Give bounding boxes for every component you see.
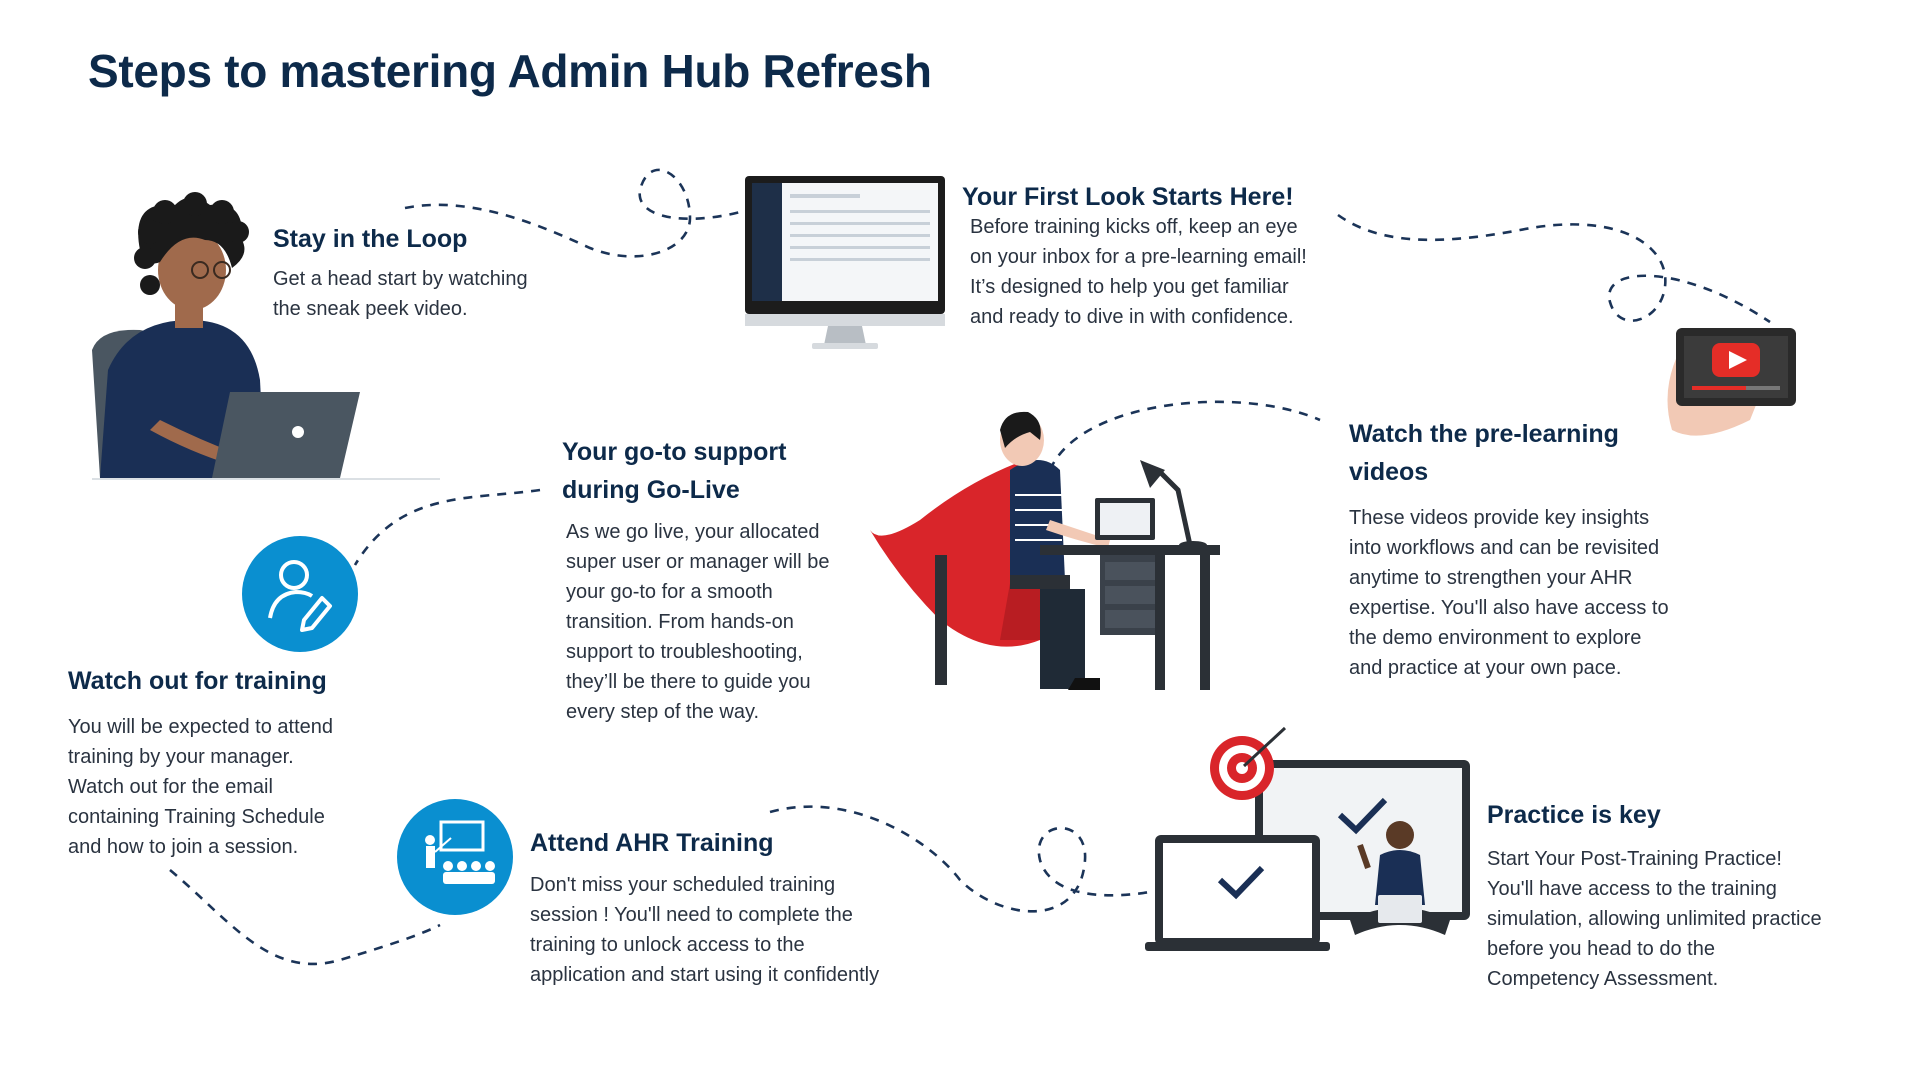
step-body-line: As we go live, your allocated (566, 521, 820, 543)
step-body-line: the demo environment to explore (1349, 627, 1642, 649)
step-body-line: and practice at your own pace. (1349, 657, 1622, 679)
step-body-line: super user or manager will be (566, 551, 830, 573)
step-body-line: Before training kicks off, keep an eye (970, 216, 1298, 238)
step-title-line: during Go-Live (562, 476, 740, 504)
step-body: Don't miss your scheduled training sessi… (530, 870, 879, 990)
step-title-line: videos (1349, 458, 1429, 486)
step-body: Before training kicks off, keep an eye o… (970, 212, 1307, 332)
step-first-look: Your First Look Starts Here! Before trai… (962, 178, 1307, 332)
step-body-line: It’s designed to help you get familiar (970, 276, 1289, 298)
step-title: Watch out for training (68, 667, 327, 695)
step-body-line: support to troubleshooting, (566, 641, 803, 663)
step-body-line: Watch out for the email (68, 776, 273, 798)
step-body-line: Competency Assessment. (1487, 968, 1719, 990)
step-title-line: Your go-to support (562, 438, 787, 466)
practice-illustration (1145, 726, 1470, 951)
step-body-line: into workflows and can be revisited (1349, 537, 1660, 559)
step-body-line: the sneak peek video. (273, 298, 468, 320)
step-attend-training: Attend AHR Training Don't miss your sche… (530, 824, 879, 990)
step-body: You will be expected to attend training … (68, 712, 333, 862)
step-stay-in-the-loop: Stay in the Loop Get a head start by wat… (273, 220, 528, 324)
step-body-line: Don't miss your scheduled training (530, 874, 836, 896)
step-body-line: simulation, allowing unlimited practice (1487, 908, 1822, 930)
step-body: Get a head start by watching the sneak p… (273, 264, 528, 324)
step-body-line: These videos provide key insights (1349, 507, 1650, 529)
step-body-line: every step of the way. (566, 701, 760, 723)
step-body-line: before you head to do the (1487, 938, 1715, 960)
presentation-icon (397, 799, 513, 915)
step-body-line: Get a head start by watching (273, 268, 528, 290)
step-watch-out-training: Watch out for training You will be expec… (68, 662, 333, 862)
step-body-line: and ready to dive in with confidence. (970, 306, 1294, 328)
step-body-line: application and start using it confident… (530, 964, 880, 986)
step-body-line: and how to join a session. (68, 836, 299, 858)
step-body-line: You will be expected to attend (68, 716, 334, 738)
step-body-line: containing Training Schedule (68, 806, 325, 828)
video-tablet-illustration (1667, 328, 1796, 436)
user-edit-icon (242, 536, 358, 652)
step-body-line: Start Your Post-Training Practice! (1487, 848, 1782, 870)
step-body-line: they’ll be there to guide you (566, 671, 811, 693)
step-body-line: training by your manager. (68, 746, 294, 768)
step-body: Start Your Post-Training Practice! You'l… (1487, 844, 1822, 994)
step-title: Watch the pre-learning videos (1349, 415, 1669, 491)
monitor-illustration (745, 176, 945, 349)
step-title: Practice is key (1487, 801, 1661, 829)
step-title-line: Watch the pre-learning (1349, 420, 1619, 448)
step-body-line: your go-to for a smooth (566, 581, 773, 603)
superhero-desk-illustration (870, 411, 1220, 690)
step-body-line: on your inbox for a pre-learning email! (970, 246, 1307, 268)
step-title: Your go-to support during Go-Live (562, 433, 829, 509)
step-go-live-support: Your go-to support during Go-Live As we … (562, 433, 829, 727)
step-body-line: session ! You'll need to complete the (530, 904, 853, 926)
step-title: Attend AHR Training (530, 829, 774, 857)
step-body-line: anytime to strengthen your AHR (1349, 567, 1633, 589)
step-body-line: training to unlock access to the (530, 934, 805, 956)
step-body-line: You'll have access to the training (1487, 878, 1777, 900)
step-title: Your First Look Starts Here! (962, 183, 1294, 211)
step-body: These videos provide key insights into w… (1349, 503, 1669, 683)
step-watch-pre-learning: Watch the pre-learning videos These vide… (1349, 415, 1669, 683)
step-title: Stay in the Loop (273, 225, 468, 253)
step-body: As we go live, your allocated super user… (566, 517, 829, 727)
step-body-line: expertise. You'll also have access to (1349, 597, 1669, 619)
step-practice-is-key: Practice is key Start Your Post-Training… (1487, 796, 1822, 994)
step-body-line: transition. From hands-on (566, 611, 794, 633)
